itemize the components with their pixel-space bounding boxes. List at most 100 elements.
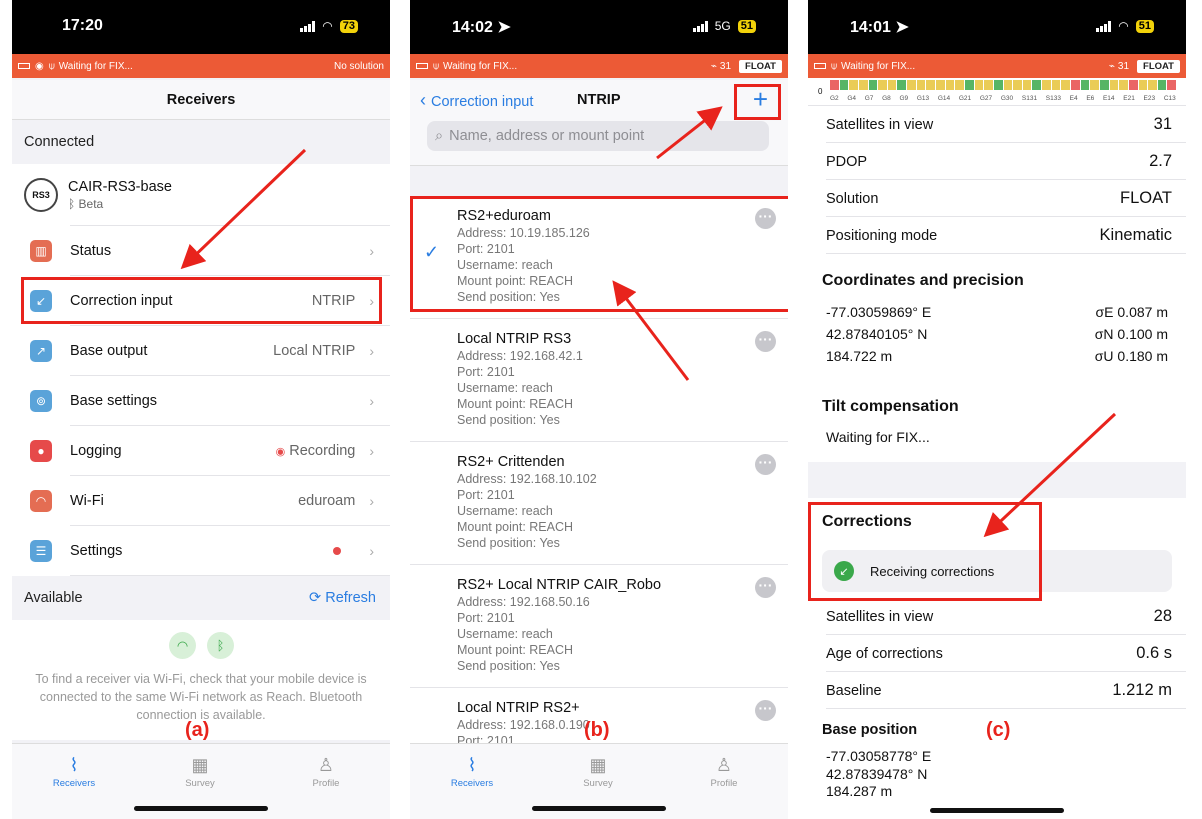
menu-item-wi-fi[interactable]: ◠ Wi-Fi eduroam ›	[12, 476, 390, 526]
search-placeholder: Name, address or mount point	[449, 128, 645, 144]
coordinates-title: Coordinates and precision	[822, 272, 1024, 289]
snr-bar	[1167, 80, 1177, 90]
highlight-correction-input	[21, 277, 382, 324]
chevron-right-icon: ›	[369, 443, 374, 459]
tab-profile[interactable]: ♙ Profile	[684, 752, 764, 789]
solution-banner[interactable]: ⍦ Waiting for FIX... ⌁ 31 FLOAT	[410, 54, 788, 78]
settings-icon: ☰	[30, 540, 52, 562]
stat-row: Positioning mode Kinematic	[808, 217, 1186, 254]
ntrip-name: Local NTRIP RS2+	[457, 700, 580, 716]
menu-label: Settings	[70, 543, 123, 559]
status-bar: 14:02 ➤ 5G 51	[410, 0, 788, 54]
tab-receivers[interactable]: ⌇ Receivers	[34, 752, 114, 789]
highlight-add-button	[734, 84, 781, 120]
battery-icon: 51	[737, 19, 756, 33]
snr-bar	[1080, 80, 1090, 90]
stat-value: 2.7	[1149, 152, 1172, 170]
recording-dot-icon: ◉	[275, 445, 286, 458]
base-height: 184.287 m	[826, 783, 893, 799]
ntrip-name: Local NTRIP RS3	[457, 331, 572, 347]
nav-header: ‹ Correction input NTRIP + ⌕ Name, addre…	[410, 80, 788, 166]
connected-header: Connected	[12, 120, 390, 164]
ntrip-name: RS2+ Local NTRIP CAIR_Robo	[457, 577, 662, 593]
stat-value: Kinematic	[1099, 226, 1172, 244]
solution-badge: FLOAT	[1137, 59, 1180, 73]
more-options-icon[interactable]: ···	[755, 454, 776, 475]
bluetooth-icon: ᛒ	[68, 197, 79, 211]
survey-icon: ▦	[191, 755, 209, 775]
snr-bar	[984, 80, 993, 90]
base-position-values: -77.03058778° E 42.87839478° N 184.287 m	[826, 748, 931, 801]
snr-bar	[878, 80, 887, 90]
tab-survey[interactable]: ▦ Survey	[558, 752, 638, 789]
ntrip-port: Port: 2101	[457, 365, 515, 379]
stat-value: 31	[1153, 115, 1172, 133]
menu-item-logging[interactable]: ● Logging ◉ Recording ›	[12, 426, 390, 476]
menu-item-base-settings[interactable]: ⊚ Base settings ›	[12, 376, 390, 426]
precision-value: σE 0.087 m	[1095, 304, 1168, 320]
device-row[interactable]: RS3 CAIR-RS3-base ᛒ Beta	[12, 164, 390, 226]
ntrip-mount: Mount point: REACH	[457, 397, 574, 411]
clock: 17:20	[62, 17, 103, 34]
base-output-icon: ↗	[30, 340, 52, 362]
signal-icon	[1096, 20, 1112, 32]
status-bar: 17:20 ◠ 73	[12, 0, 390, 54]
snr-bar	[849, 80, 858, 90]
solution-banner[interactable]: ⍦ Waiting for FIX... ⌁ 31 FLOAT	[808, 54, 1186, 78]
chevron-right-icon: ›	[369, 393, 374, 409]
ntrip-send: Send position: Yes	[457, 413, 560, 427]
solution-banner[interactable]: ◉ ⍦ Waiting for FIX... No solution	[12, 54, 390, 78]
ntrip-item[interactable]: RS2+ Crittenden Address: 192.168.10.102 Po…	[410, 442, 788, 565]
base-position-title: Base position	[822, 722, 918, 738]
menu-item-settings[interactable]: ☰ Settings ›	[12, 526, 390, 576]
more-options-icon[interactable]: ···	[755, 577, 776, 598]
ntrip-item[interactable]: Local NTRIP RS3 Address: 192.168.42.1 Port…	[410, 319, 788, 442]
snr-bar	[916, 80, 926, 90]
ntrip-user: Username: reach	[457, 627, 553, 641]
highlight-corrections	[808, 502, 1042, 601]
satellite-count-icon: ⌁	[710, 60, 717, 72]
snr-bar	[936, 80, 945, 90]
chevron-right-icon: ›	[369, 543, 374, 559]
stat-row: Age of corrections 0.6 s	[808, 635, 1186, 672]
more-options-icon[interactable]: ···	[755, 331, 776, 352]
chevron-left-icon: ‹	[420, 90, 431, 110]
profile-icon: ♙	[715, 755, 733, 775]
snr-bar	[839, 80, 849, 90]
tab-survey[interactable]: ▦ Survey	[160, 752, 240, 789]
rover-stats: Satellites in view 31 PDOP 2.7 Solution FLOAT…	[808, 106, 1186, 254]
stat-row: PDOP 2.7	[808, 143, 1186, 180]
satellite-icon: ⍦	[48, 60, 55, 72]
logging-icon: ●	[30, 440, 52, 462]
stat-label: Positioning mode	[826, 227, 938, 244]
back-button[interactable]: ‹ Correction input	[420, 90, 533, 111]
snr-bar	[964, 80, 974, 90]
menu-item-base-output[interactable]: ↗ Base output Local NTRIP ›	[12, 326, 390, 376]
snr-label: G2	[830, 95, 839, 102]
snr-label: E21	[1123, 95, 1135, 102]
stat-row: Satellites in view 28	[808, 598, 1186, 635]
tab-receivers[interactable]: ⌇ Receivers	[432, 752, 512, 789]
tab-profile[interactable]: ♙ Profile	[286, 752, 366, 789]
snr-label: E14	[1102, 95, 1115, 102]
snr-label: S131	[1021, 95, 1038, 102]
receiver-menu: RS3 CAIR-RS3-base ᛒ Beta ▥ Status › ↙ Correc…	[12, 164, 390, 576]
ntrip-name: RS2+ Crittenden	[457, 454, 565, 470]
tilt-status: Waiting for FIX...	[826, 429, 930, 445]
more-options-icon[interactable]: ···	[755, 700, 776, 721]
snr-label: E23	[1143, 95, 1156, 102]
device-name: CAIR-RS3-base	[68, 179, 172, 195]
search-input[interactable]: ⌕ Name, address or mount point	[427, 121, 769, 151]
status-icon: ▥	[30, 240, 52, 262]
refresh-button[interactable]: ⟳ Refresh	[309, 576, 376, 620]
battery-small-icon	[416, 63, 428, 69]
snr-label: G9	[899, 95, 909, 102]
battery-small-icon	[18, 63, 30, 69]
menu-label: Logging	[70, 443, 122, 459]
ntrip-address: Address: 192.168.0.190	[457, 718, 590, 732]
snr-bar	[897, 80, 907, 90]
snr-bar	[1099, 80, 1109, 90]
ntrip-item[interactable]: RS2+ Local NTRIP CAIR_Robo Address: 192.1…	[410, 565, 788, 688]
snr-bar	[858, 80, 868, 90]
menu-item-status[interactable]: ▥ Status ›	[12, 226, 390, 276]
